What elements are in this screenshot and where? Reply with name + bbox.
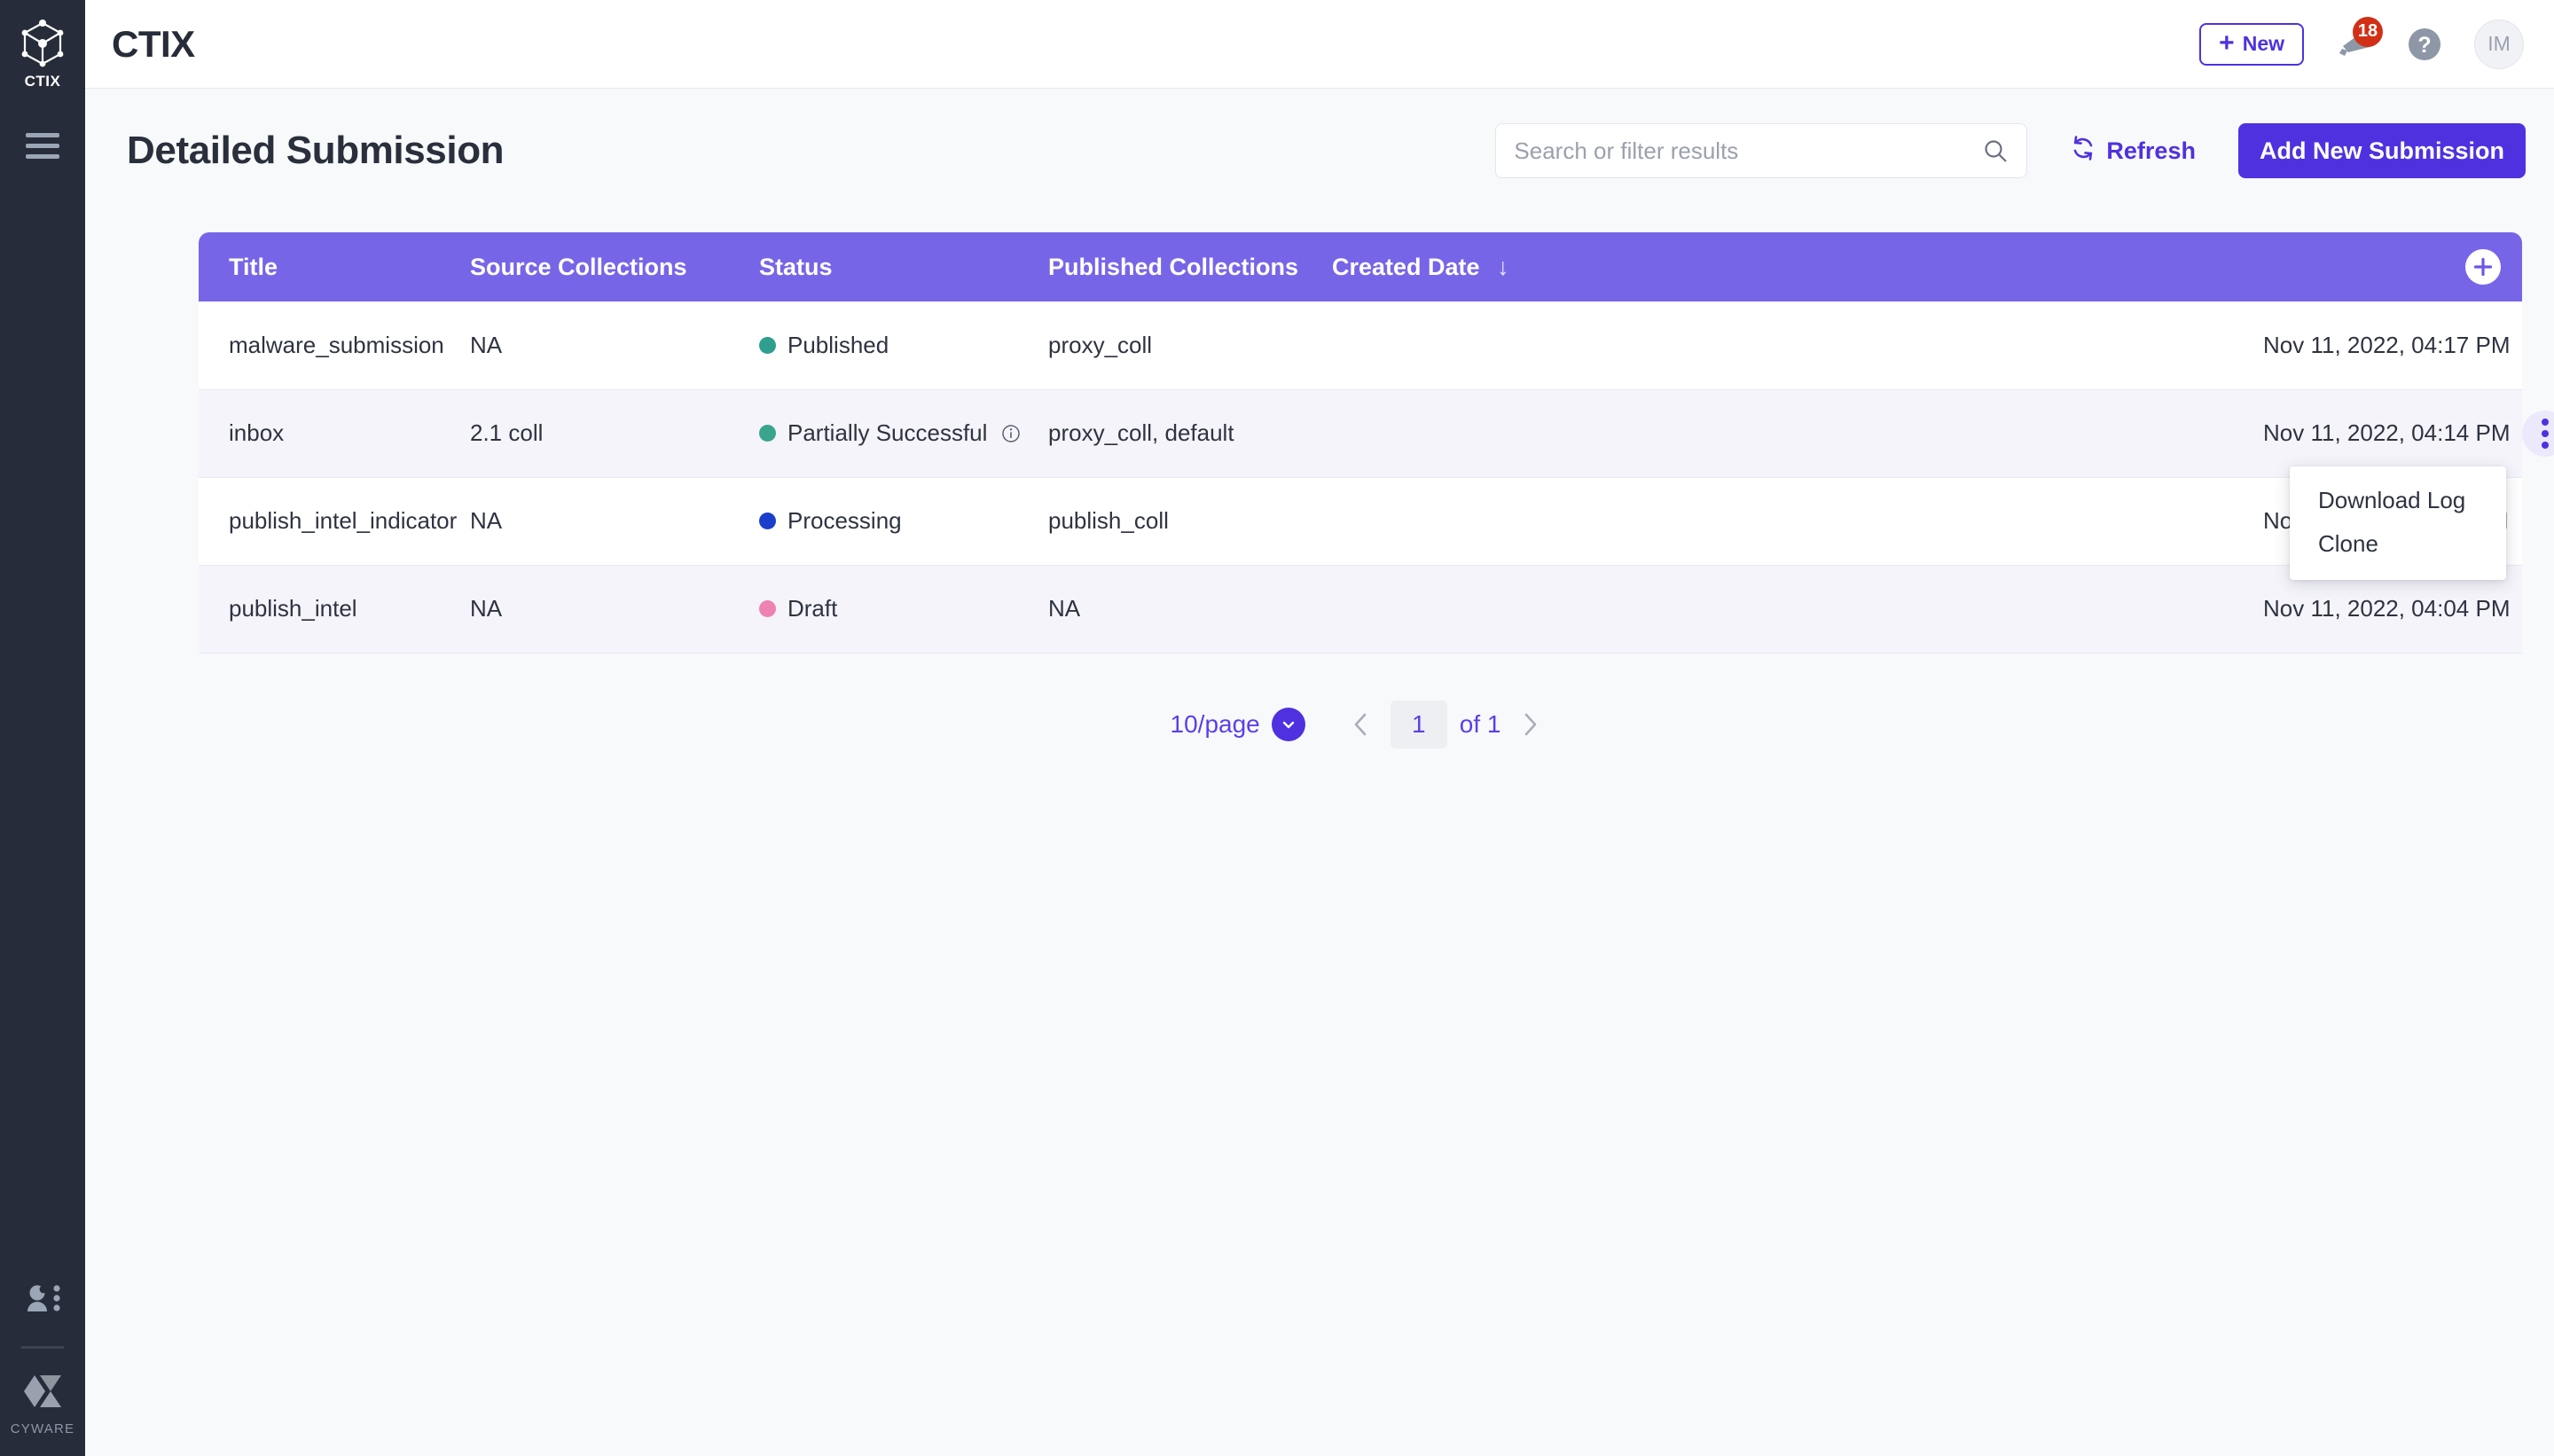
menu-item-clone[interactable]: Clone [2290, 522, 2506, 566]
rail-logo-label: CTIX [25, 73, 61, 90]
pager: 1 of 1 [1341, 701, 1551, 748]
rail-bottom-group: CYWARE [0, 1281, 85, 1456]
plus-circle-icon[interactable] [2465, 249, 2501, 285]
announcement-count-badge: 18 [2353, 17, 2383, 47]
cell-created-date: Nov 11, 2022, 04:17 PM [2263, 301, 2522, 389]
cyware-brand-label: CYWARE [11, 1421, 74, 1436]
top-bar-actions: + New 18 ? IM [2199, 20, 2524, 69]
cell-status: Processing [759, 477, 1048, 565]
left-rail: CTIX [0, 0, 85, 1456]
menu-item-download-log[interactable]: Download Log [2290, 479, 2506, 522]
cell-title: publish_intel [199, 565, 470, 653]
hamburger-menu-icon[interactable] [21, 128, 64, 163]
megaphone-icon [2334, 53, 2375, 68]
table-body: malware_submission NA Published proxy_co… [199, 301, 2522, 653]
new-button[interactable]: + New [2199, 23, 2304, 66]
status-dot [759, 513, 776, 529]
search-input[interactable] [1514, 137, 1982, 165]
column-header-published-collections[interactable]: Published Collections [1048, 232, 1332, 301]
status-label: Processing [787, 507, 902, 535]
cyware-logo-icon [22, 1372, 63, 1415]
current-page-value[interactable]: 1 [1391, 701, 1447, 748]
column-header-source-collections[interactable]: Source Collections [470, 232, 759, 301]
user-settings-icon[interactable] [22, 1281, 63, 1321]
cell-created-date: Nov 11, 2022, 04:14 PM [2263, 389, 2522, 477]
new-button-label: New [2243, 32, 2284, 56]
cell-source-collections: NA [470, 565, 759, 653]
cell-title: publish_intel_indicator [199, 477, 470, 565]
column-header-actions [2263, 232, 2522, 301]
cell-source-collections: NA [470, 301, 759, 389]
announcements-button[interactable]: 18 [2334, 24, 2375, 65]
question-mark-help-icon[interactable]: ? [2405, 25, 2444, 64]
cyware-brand: CYWARE [11, 1372, 74, 1436]
table-header: Title Source Collections Status Publishe… [199, 232, 2522, 301]
page-header: Detailed Submission Refresh [85, 89, 2554, 213]
search-box[interactable] [1495, 123, 2027, 178]
column-header-published-collections-label: Published Collections [1048, 254, 1298, 280]
cell-published-collections: publish_coll [1048, 477, 2263, 565]
pagination: 10/page 1 of 1 [199, 701, 2522, 748]
table-header-row: Title Source Collections Status Publishe… [199, 232, 2522, 301]
chevron-down-icon[interactable] [1272, 708, 1305, 741]
info-circle-icon[interactable] [1001, 424, 1021, 443]
column-header-created-date[interactable]: Created Date ↓ [1332, 232, 2263, 301]
status-dot [759, 425, 776, 442]
status-label: Draft [787, 595, 837, 622]
rail-divider [21, 1346, 64, 1349]
add-new-submission-button[interactable]: Add New Submission [2238, 123, 2526, 178]
refresh-icon [2070, 135, 2096, 168]
status-dot [759, 337, 776, 354]
cell-source-collections: 2.1 coll [470, 389, 759, 477]
avatar[interactable]: IM [2474, 20, 2524, 69]
cell-published-collections: proxy_coll [1048, 301, 2263, 389]
submissions-table: Title Source Collections Status Publishe… [199, 232, 2522, 654]
chevron-right-icon[interactable] [1509, 704, 1550, 745]
svg-text:?: ? [2417, 33, 2431, 58]
cell-published-collections: NA [1048, 565, 2263, 653]
page-title: Detailed Submission [127, 129, 504, 173]
total-pages-label: of 1 [1460, 710, 1501, 739]
cell-title: malware_submission [199, 301, 470, 389]
plus-icon: + [2219, 30, 2235, 57]
column-header-created-date-label: Created Date [1332, 254, 1480, 280]
cell-status: Published [759, 301, 1048, 389]
submissions-table-wrap: Title Source Collections Status Publishe… [199, 232, 2522, 654]
cell-status: Draft [759, 565, 1048, 653]
refresh-label: Refresh [2106, 137, 2196, 165]
refresh-button[interactable]: Refresh [2070, 135, 2196, 168]
cell-title: inbox [199, 389, 470, 477]
cell-published-collections: proxy_coll, default [1048, 389, 2263, 477]
status-label: Partially Successful [787, 419, 987, 447]
column-header-status[interactable]: Status [759, 232, 1048, 301]
app-title: CTIX [112, 23, 195, 66]
status-label: Published [787, 332, 889, 359]
search-icon[interactable] [1982, 137, 2009, 164]
table-row[interactable]: inbox 2.1 coll Partially Successful [199, 389, 2522, 477]
cube-network-icon [20, 20, 66, 67]
top-bar: CTIX + New 18 ? IM [85, 0, 2554, 89]
status-dot [759, 600, 776, 617]
column-header-title[interactable]: Title [199, 232, 470, 301]
table-row[interactable]: malware_submission NA Published proxy_co… [199, 301, 2522, 389]
table-row[interactable]: publish_intel NA Draft NA Nov 11, 2022, … [199, 565, 2522, 653]
table-row[interactable]: publish_intel_indicator NA Processing pu… [199, 477, 2522, 565]
page-size-label: 10/page [1171, 710, 1260, 739]
rail-logo[interactable]: CTIX [20, 20, 66, 90]
row-context-menu: Download Log Clone [2290, 466, 2506, 580]
sort-descending-icon[interactable]: ↓ [1497, 254, 1509, 280]
cell-status: Partially Successful [759, 389, 1048, 477]
cell-source-collections: NA [470, 477, 759, 565]
page-size-selector[interactable]: 10/page [1171, 708, 1305, 741]
page-header-actions: Refresh Add New Submission [1495, 123, 2526, 178]
chevron-left-icon[interactable] [1341, 704, 1382, 745]
kebab-menu-icon[interactable] [2522, 411, 2554, 457]
